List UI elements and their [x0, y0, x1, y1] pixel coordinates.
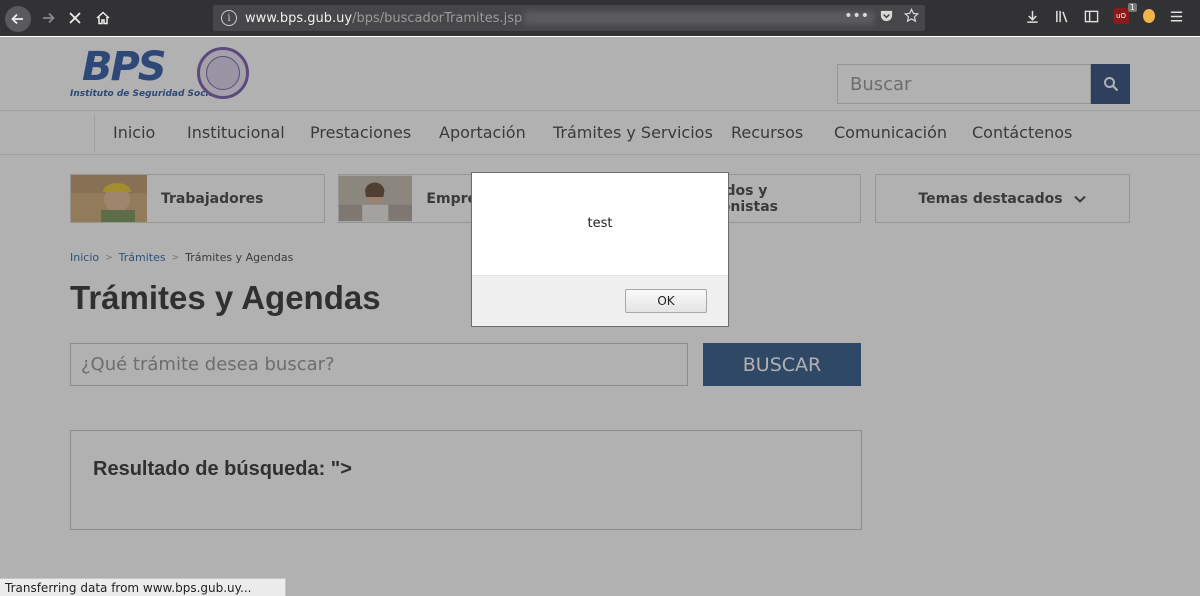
- browser-toolbar: i www.bps.gub.uy /bps/buscadorTramites.j…: [0, 0, 1200, 36]
- alert-message: test: [587, 216, 613, 231]
- url-actions: •••: [844, 8, 919, 24]
- url-bar[interactable]: i www.bps.gub.uy /bps/buscadorTramites.j…: [213, 5, 925, 31]
- arrow-left-icon: [11, 13, 23, 25]
- forward-button[interactable]: [37, 6, 59, 30]
- alert-dialog: test OK: [471, 172, 729, 327]
- extension-icon[interactable]: [1143, 9, 1155, 23]
- stop-button[interactable]: [64, 6, 86, 30]
- download-icon[interactable]: [1025, 9, 1040, 24]
- home-button[interactable]: [92, 6, 114, 30]
- ublock-count: 1: [1127, 3, 1137, 12]
- page-actions-icon[interactable]: •••: [844, 8, 869, 24]
- back-button[interactable]: [5, 6, 31, 32]
- home-icon: [96, 11, 110, 25]
- alert-footer: OK: [472, 275, 728, 326]
- bookmark-star-icon[interactable]: [904, 8, 919, 23]
- url-host: www.bps.gub.uy: [245, 10, 353, 26]
- url-path: /bps/buscadorTramites.jsp: [352, 10, 523, 26]
- url-redacted: [524, 11, 875, 25]
- pocket-icon[interactable]: [879, 8, 894, 23]
- toolbar-right: uO 1: [1025, 3, 1184, 24]
- menu-icon[interactable]: [1169, 9, 1184, 24]
- library-icon[interactable]: [1054, 9, 1070, 24]
- close-icon: [69, 12, 81, 24]
- sidebar-icon[interactable]: [1084, 9, 1099, 24]
- ublock-icon[interactable]: uO 1: [1113, 3, 1137, 24]
- status-bar: Transferring data from www.bps.gub.uy...: [0, 578, 286, 596]
- arrow-right-icon: [43, 12, 55, 24]
- ok-button[interactable]: OK: [625, 289, 707, 313]
- info-icon[interactable]: i: [221, 10, 237, 26]
